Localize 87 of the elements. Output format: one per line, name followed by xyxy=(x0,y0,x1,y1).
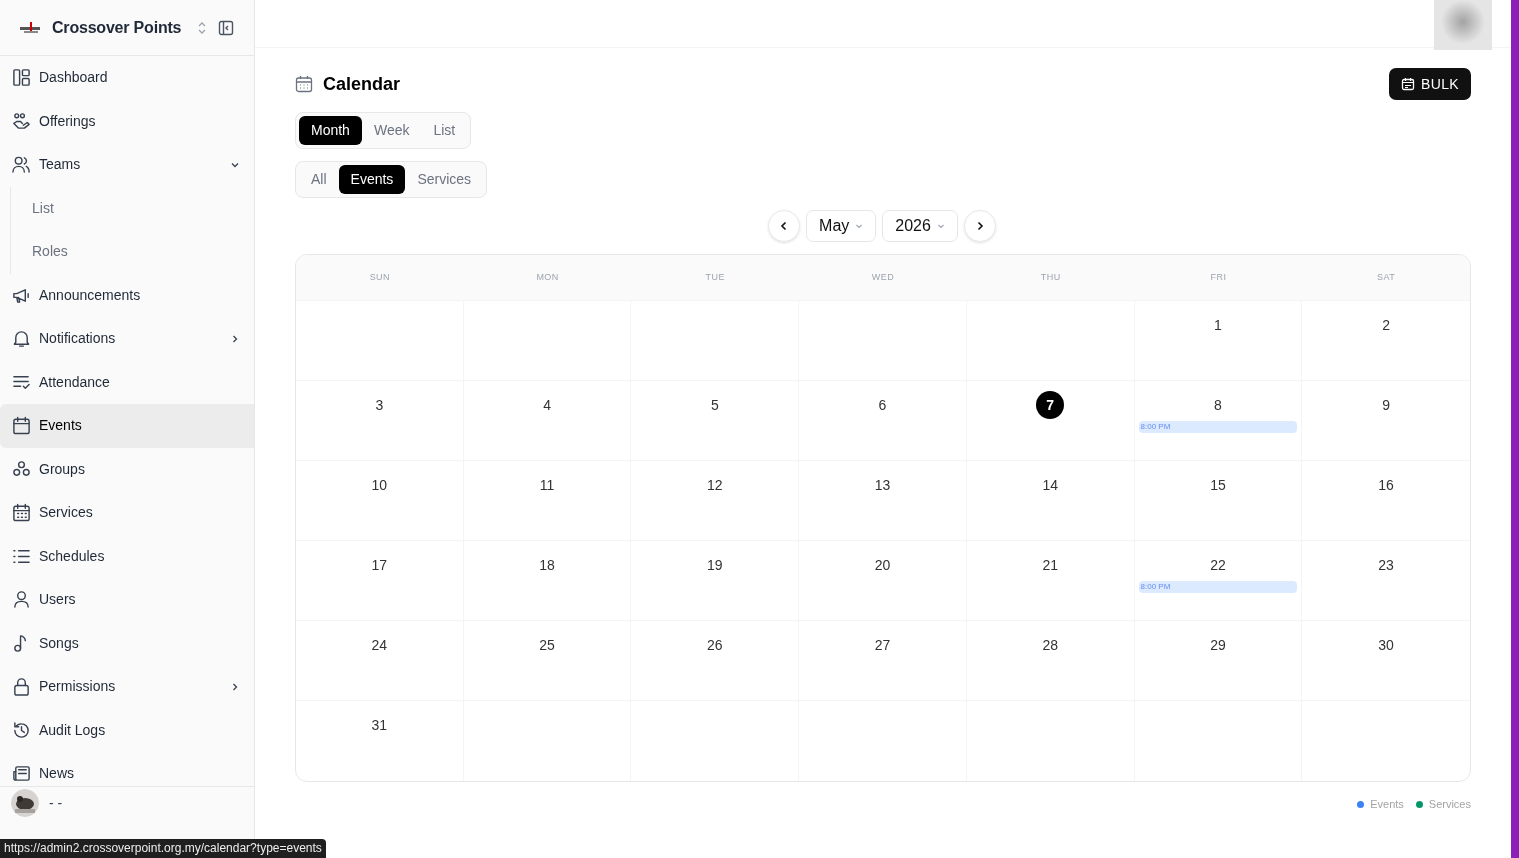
dashboard-icon xyxy=(12,68,31,88)
sidebar-item[interactable]: Announcements xyxy=(0,273,254,317)
switch-icon[interactable] xyxy=(197,20,208,35)
sidebar-subitem[interactable]: Roles xyxy=(11,230,254,274)
weekday-label: MON xyxy=(536,270,559,284)
weekday-label: SAT xyxy=(1377,270,1396,284)
weekday-label: FRI xyxy=(1210,270,1227,284)
sidebar-item[interactable]: Users xyxy=(0,578,254,622)
day-number[interactable]: 23 xyxy=(1372,551,1401,579)
bulk-button[interactable]: BULK xyxy=(1389,68,1471,100)
day-number[interactable]: 16 xyxy=(1372,471,1401,499)
day-number[interactable]: 22 xyxy=(1203,551,1232,579)
day-number[interactable]: 7 xyxy=(1036,391,1065,419)
day-number[interactable]: 13 xyxy=(868,471,897,499)
weekday-label: SUN xyxy=(369,270,391,284)
month-select[interactable]: May xyxy=(806,210,877,242)
day-number[interactable]: 26 xyxy=(700,631,729,659)
day-number[interactable]: 15 xyxy=(1203,471,1232,499)
calendar-icon xyxy=(295,75,313,93)
day-number[interactable]: 5 xyxy=(700,391,729,419)
day-number[interactable]: 17 xyxy=(365,551,394,579)
day-number[interactable]: 20 xyxy=(868,551,897,579)
page-title: Calendar xyxy=(323,72,401,96)
sidebar-item[interactable]: Events xyxy=(0,404,254,448)
day-number[interactable]: 18 xyxy=(533,551,562,579)
filter-tab[interactable]: Events xyxy=(338,165,406,194)
sidebar-item[interactable]: Offerings xyxy=(0,99,254,143)
day-number[interactable]: 10 xyxy=(365,471,394,499)
sidebar-item[interactable]: Attendance xyxy=(0,360,254,404)
weekday-label: WED xyxy=(871,270,895,284)
day-number[interactable]: 6 xyxy=(868,391,897,419)
day-number[interactable]: 1 xyxy=(1203,311,1232,339)
sidebar-item[interactable]: Groups xyxy=(0,447,254,491)
weekday-label: TUE xyxy=(705,270,725,284)
view-tab[interactable]: List xyxy=(421,116,468,145)
hand-coins-icon xyxy=(12,111,31,131)
sidebar-item[interactable]: Services xyxy=(0,491,254,535)
caret-icon xyxy=(936,222,945,230)
brand-name[interactable]: Crossover Points xyxy=(52,15,182,40)
sidebar-item[interactable]: Permissions xyxy=(0,665,254,709)
day-number[interactable]: 14 xyxy=(1036,471,1065,499)
sidebar-item[interactable]: Audit Logs xyxy=(0,708,254,752)
sidebar-item[interactable]: Teams xyxy=(0,143,254,187)
calendar-icon xyxy=(12,416,31,436)
sidebar-item[interactable]: Dashboard xyxy=(0,56,254,100)
view-tab[interactable]: Month xyxy=(299,116,362,145)
day-number[interactable]: 9 xyxy=(1372,391,1401,419)
day-number[interactable]: 31 xyxy=(365,711,394,739)
sidebar-toggle-icon[interactable] xyxy=(218,19,234,36)
newspaper-icon xyxy=(12,764,31,784)
calendar-icon xyxy=(1401,77,1415,91)
day-number[interactable]: 8 xyxy=(1203,391,1232,419)
year-select[interactable]: 2026 xyxy=(882,210,958,242)
legend-label: Events xyxy=(1370,797,1404,812)
day-number[interactable]: 4 xyxy=(533,391,562,419)
sidebar-item[interactable]: Songs xyxy=(0,621,254,665)
sidebar-item[interactable]: Notifications xyxy=(0,317,254,361)
day-number[interactable]: 25 xyxy=(533,631,562,659)
day-number[interactable]: 29 xyxy=(1203,631,1232,659)
shapes-icon xyxy=(12,459,31,479)
weekday-label: THU xyxy=(1040,270,1061,284)
caret-icon xyxy=(855,222,864,230)
bell-icon xyxy=(12,329,31,349)
filter-tab[interactable]: Services xyxy=(405,165,484,194)
logo-icon xyxy=(20,21,42,34)
calendar-grid-icon xyxy=(12,503,31,523)
history-icon xyxy=(12,720,31,740)
lock-icon xyxy=(12,677,31,697)
day-number[interactable]: 11 xyxy=(533,471,562,499)
day-number[interactable]: 30 xyxy=(1372,631,1401,659)
filter-tab[interactable]: All xyxy=(299,165,339,194)
day-number[interactable]: 24 xyxy=(365,631,394,659)
day-number[interactable]: 27 xyxy=(868,631,897,659)
day-number[interactable]: 2 xyxy=(1372,311,1401,339)
legend-label: Services xyxy=(1428,797,1471,812)
user-icon xyxy=(12,590,31,610)
day-number[interactable]: 21 xyxy=(1036,551,1065,579)
sidebar-subitem[interactable]: List xyxy=(11,186,254,230)
day-number[interactable]: 19 xyxy=(700,551,729,579)
day-number[interactable]: 12 xyxy=(700,471,729,499)
day-number[interactable]: 28 xyxy=(1036,631,1065,659)
view-tab[interactable]: Week xyxy=(361,116,422,145)
users-icon xyxy=(12,155,31,175)
sidebar-item[interactable]: News xyxy=(0,752,254,786)
user-name: - - xyxy=(49,794,63,813)
day-number[interactable]: 3 xyxy=(365,391,394,419)
sidebar-item[interactable]: Schedules xyxy=(0,534,254,578)
